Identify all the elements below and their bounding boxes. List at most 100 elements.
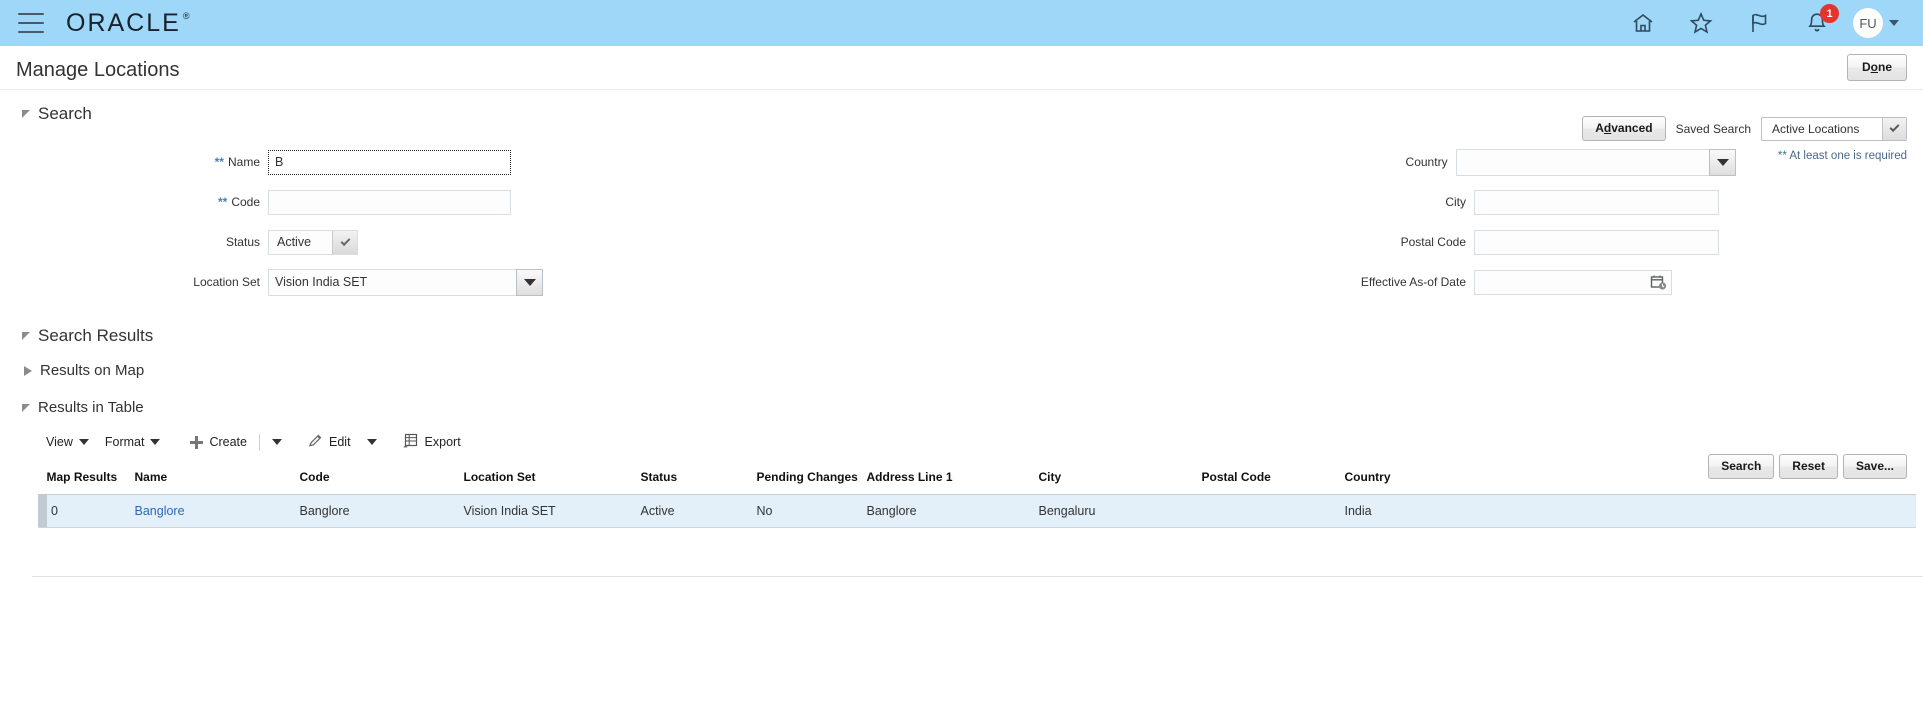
results-on-map-toggle[interactable]: Results on Map — [24, 362, 144, 379]
done-label-accesskey: o — [1870, 60, 1878, 74]
cell-country: India — [1340, 494, 1916, 527]
search-form-right-column: Country City Postal Code Effective As-of… — [1116, 146, 1736, 306]
notifications-bell-icon[interactable]: 1 — [1803, 4, 1839, 37]
view-menu[interactable]: View — [38, 433, 97, 451]
done-label-pre: D — [1861, 60, 1871, 74]
country-dropdown-icon[interactable] — [1709, 148, 1736, 176]
code-input[interactable] — [268, 189, 511, 215]
edit-dropdown[interactable] — [359, 437, 385, 447]
save-button[interactable]: Save... — [1842, 454, 1907, 479]
toolbar-separator — [259, 433, 260, 451]
done-label-post: ne — [1877, 60, 1892, 74]
column-header-postal-code[interactable]: Postal Code — [1197, 464, 1341, 495]
column-header-city[interactable]: City — [1034, 464, 1198, 495]
city-input[interactable] — [1474, 189, 1719, 215]
table-header-row: Map Results Name Code Location Set Statu… — [42, 464, 1916, 495]
search-action-buttons: Search Reset Save... — [1708, 454, 1907, 479]
home-icon[interactable] — [1629, 9, 1657, 37]
format-menu[interactable]: Format — [97, 433, 169, 451]
create-dropdown[interactable] — [264, 437, 290, 447]
status-dropdown-icon[interactable] — [332, 230, 357, 254]
location-set-lov[interactable] — [268, 268, 543, 296]
postal-code-label: Postal Code — [1400, 235, 1466, 249]
code-required-mark: ** — [217, 195, 228, 209]
effective-date-input[interactable] — [1474, 269, 1672, 295]
saved-search-label: Saved Search — [1675, 121, 1751, 136]
expand-triangle-icon — [24, 365, 32, 376]
code-label: Code — [231, 195, 260, 209]
search-form: **Name **Code Status Active Location Set — [16, 146, 1907, 296]
hamburger-icon[interactable] — [18, 13, 44, 33]
search-section-title: Search — [38, 104, 92, 123]
advanced-label-pre: A — [1595, 121, 1604, 135]
column-header-status[interactable]: Status — [636, 464, 753, 495]
export-button[interactable]: Export — [395, 431, 469, 453]
country-input[interactable] — [1455, 148, 1709, 176]
column-header-address-line-1[interactable]: Address Line 1 — [862, 464, 1035, 495]
cell-postal-code — [1197, 494, 1341, 527]
page-content: Search Advanced Saved Search Active Loca… — [0, 104, 1923, 577]
export-table-icon — [403, 433, 419, 451]
favorites-star-icon[interactable] — [1687, 9, 1715, 37]
country-label: Country — [1405, 155, 1448, 169]
field-location-set: Location Set — [16, 266, 636, 298]
name-input[interactable] — [268, 149, 511, 175]
saved-search-select[interactable]: Active Locations — [1761, 116, 1907, 141]
cell-map-results: 0 — [38, 494, 131, 527]
page-title: Manage Locations — [16, 59, 180, 81]
table-row[interactable]: 0 Banglore Banglore Vision India SET Act… — [38, 494, 1916, 527]
format-menu-label: Format — [104, 435, 145, 449]
country-lov[interactable] — [1455, 148, 1736, 176]
reset-button[interactable]: Reset — [1779, 454, 1838, 479]
results-in-table-title: Results in Table — [38, 399, 144, 416]
collapse-triangle-icon — [22, 110, 30, 118]
column-header-map-results[interactable]: Map Results — [42, 464, 131, 495]
column-header-pending-changes[interactable]: Pending Changes — [752, 464, 863, 495]
advanced-button[interactable]: Advanced — [1582, 116, 1666, 141]
column-header-location-set[interactable]: Location Set — [459, 464, 637, 495]
notification-badge: 1 — [1820, 4, 1839, 23]
oracle-logo: ORACLE ® — [66, 9, 191, 38]
pencil-icon — [308, 433, 323, 451]
field-country: Country — [1116, 146, 1736, 178]
name-required-mark: ** — [214, 155, 224, 169]
chevron-down-icon — [150, 439, 161, 445]
code-label-wrap: ** Code — [16, 195, 268, 209]
field-code: ** Code — [16, 186, 636, 218]
search-section-toggle[interactable]: Search — [22, 104, 92, 124]
page-divider — [32, 576, 1923, 577]
watchlist-flag-icon[interactable] — [1745, 9, 1773, 37]
global-header: ORACLE ® 1 FU — [0, 0, 1923, 46]
field-name: ** Name — [16, 146, 636, 178]
results-in-table-toggle[interactable]: Results in Table — [22, 399, 144, 416]
postal-code-input[interactable] — [1474, 229, 1719, 255]
results-area: Search Results Results on Map Results in… — [16, 326, 1923, 577]
registered-mark: ® — [182, 10, 192, 21]
export-label: Export — [424, 435, 461, 449]
location-set-input[interactable] — [268, 268, 516, 296]
column-header-code[interactable]: Code — [295, 464, 460, 495]
location-set-label: Location Set — [193, 275, 260, 289]
status-select[interactable]: Active — [268, 229, 358, 255]
status-value: Active — [277, 235, 312, 249]
create-label: Create — [209, 435, 247, 449]
user-menu[interactable]: FU — [1853, 8, 1899, 38]
done-button[interactable]: Done — [1846, 54, 1907, 81]
edit-button[interactable]: Edit — [300, 431, 359, 453]
search-button[interactable]: Search — [1708, 454, 1775, 479]
field-postal-code: Postal Code — [1116, 226, 1736, 258]
advanced-label-post: vanced — [1611, 121, 1653, 135]
name-label: Name — [227, 155, 260, 169]
saved-search-dropdown-icon[interactable] — [1882, 117, 1906, 140]
effective-date-wrapper — [1474, 269, 1672, 296]
chevron-down-icon[interactable] — [1889, 20, 1899, 26]
results-table: Map Results Name Code Location Set Statu… — [38, 464, 1916, 527]
location-name-link[interactable]: Banglore — [135, 504, 185, 518]
location-set-dropdown-icon[interactable] — [516, 268, 543, 296]
calendar-icon[interactable] — [1650, 274, 1667, 296]
column-header-name[interactable]: Name — [130, 464, 296, 495]
collapse-triangle-icon — [22, 332, 30, 340]
cell-pending-changes: No — [752, 494, 863, 527]
create-button[interactable]: Create — [182, 433, 255, 451]
search-results-toggle[interactable]: Search Results — [22, 326, 153, 346]
